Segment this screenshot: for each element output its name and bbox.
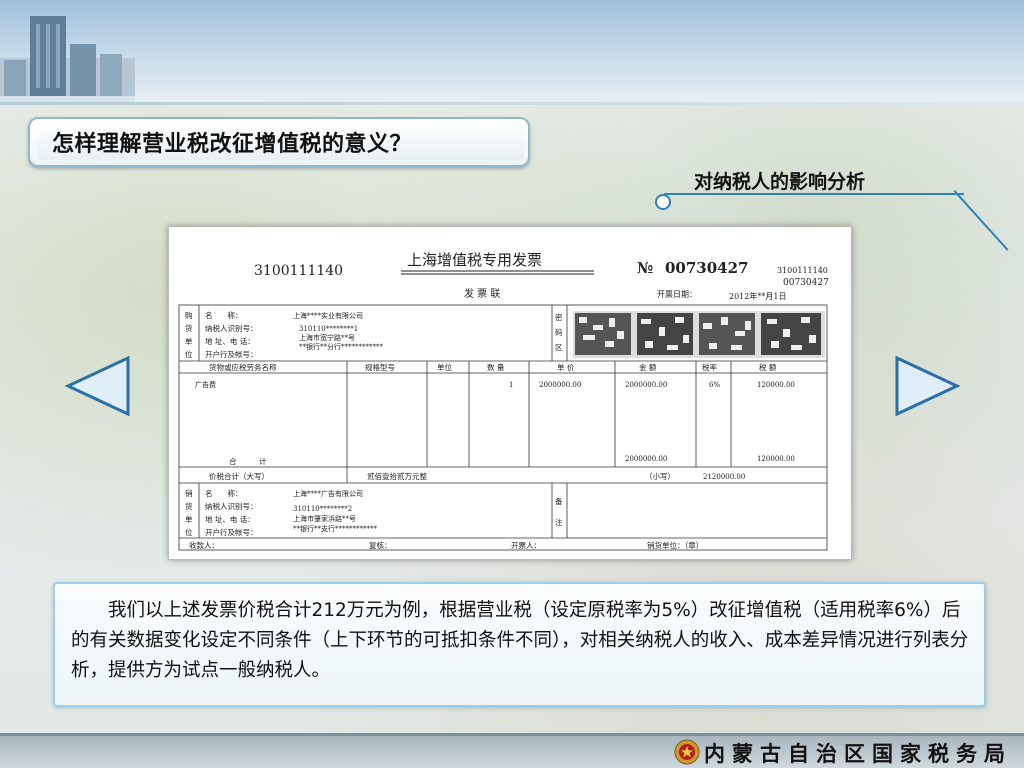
- col-tax: 税 额: [759, 362, 777, 372]
- grand-total-words: 贰佰壹拾贰万元整: [367, 471, 427, 481]
- buyer-label-address: 地 址、电 话：: [205, 336, 255, 346]
- grand-total-small-label: （小写）: [645, 472, 675, 481]
- buyer-value-taxid: 310110********1: [299, 325, 358, 333]
- seller-label-name: 名 称：: [205, 488, 243, 498]
- seller-label-address: 地 址、电 话：: [205, 514, 255, 524]
- total-amount: 2000000.00: [625, 455, 667, 463]
- buyer-label-bank: 开户行及帐号：: [205, 349, 258, 359]
- note-side-1: 备: [555, 496, 563, 506]
- item-rate: 6%: [709, 381, 720, 389]
- seller-side-1: 销: [185, 488, 193, 498]
- sign-seller: 销货单位：（章）: [647, 540, 703, 550]
- col-amount: 金 额: [639, 362, 657, 372]
- prev-slide-button[interactable]: [62, 354, 132, 418]
- grand-total-small: 2120000.00: [703, 473, 745, 481]
- note-side-2: 注: [555, 517, 563, 527]
- buyer-value-address: 上海市宽宁路**号: [299, 333, 355, 342]
- left-triangle-icon: [64, 355, 130, 417]
- cipher-side-1: 密: [555, 312, 563, 322]
- sign-payee: 收款人：: [189, 540, 219, 550]
- slide-subtitle: 对纳税人的影响分析: [694, 171, 866, 193]
- slide-title-box: 怎样理解营业税改征增值税的意义？: [28, 117, 530, 167]
- seller-value-address: 上海市肇家浜路**号: [293, 514, 356, 523]
- invoice-code-right: 3100111140: [777, 266, 828, 275]
- invoice-number-right: 00730427: [783, 278, 829, 288]
- subtitle-underline: [664, 193, 964, 195]
- invoice-heading: 上海增值税专用发票: [407, 251, 542, 269]
- col-quantity: 数 量: [487, 362, 505, 372]
- buyer-side-3: 单: [185, 336, 193, 346]
- col-unit: 单位: [437, 362, 452, 372]
- seller-label-taxid: 纳税人识别号：: [205, 501, 258, 511]
- sign-issuer: 开票人：: [511, 541, 541, 550]
- item-tax: 120000.00: [757, 381, 795, 389]
- total-label: 合 计: [229, 456, 267, 466]
- seller-side-3: 单: [185, 514, 193, 524]
- sign-review: 复核：: [369, 540, 392, 550]
- seller-side-4: 位: [185, 527, 193, 537]
- invoice-no-symbol: №: [637, 259, 653, 277]
- grand-total-label: 价税合计（大写）: [209, 471, 269, 481]
- cipher-area: [573, 311, 825, 358]
- next-slide-button[interactable]: [893, 354, 963, 418]
- seller-value-name: 上海****广告有限公司: [293, 489, 363, 498]
- col-unit-price: 单 价: [557, 362, 575, 372]
- body-paragraph: 我们以上述发票价税合计212万元为例，根据营业税（设定原税率为5%）改征增值税（…: [71, 600, 969, 681]
- item-name: 广告费: [195, 380, 216, 389]
- header-divider: [0, 102, 1024, 105]
- buyer-side-2: 货: [185, 323, 193, 333]
- item-quantity: 1: [509, 381, 513, 389]
- seller-side-2: 货: [185, 501, 193, 511]
- buyer-label-name: 名 称：: [205, 310, 243, 320]
- col-rate: 税率: [702, 362, 717, 372]
- footer-org-name: 内蒙古自治区国家税务局: [704, 741, 1012, 766]
- buyer-value-name: 上海****实业有限公司: [293, 311, 363, 320]
- cipher-side-3: 区: [555, 343, 563, 352]
- item-amount: 2000000.00: [625, 381, 667, 389]
- invoice-date-value: 2012年**月1日: [729, 291, 786, 301]
- buyer-label-taxid: 纳税人识别号：: [205, 323, 258, 333]
- ring-marker-icon: [655, 194, 671, 210]
- seller-value-taxid: 310110********2: [293, 505, 352, 513]
- item-unit-price: 2000000.00: [539, 381, 581, 389]
- right-triangle-icon: [895, 355, 961, 417]
- cipher-side-2: 码: [555, 328, 563, 337]
- slide-title: 怎样理解营业税改征增值税的意义？: [52, 132, 413, 157]
- seller-label-bank: 开户行及帐号：: [205, 527, 258, 537]
- invoice-copy-label: 发 票 联: [464, 287, 500, 300]
- header-banner: [0, 0, 1024, 104]
- invoice-number: 00730427: [665, 259, 749, 277]
- buyer-side-1: 购: [185, 310, 193, 320]
- buyer-side-4: 位: [185, 349, 193, 359]
- vat-invoice: 3100111140 上海增值税专用发票 № 00730427 31001111…: [178, 251, 829, 551]
- invoice-date-label: 开票日期：: [657, 290, 697, 299]
- city-skyline-icon: [0, 16, 135, 104]
- invoice-code-left: 3100111140: [254, 263, 343, 279]
- col-goods-name: 货物或应税劳务名称: [209, 362, 277, 372]
- buyer-value-bank: **银行**分行************: [299, 342, 383, 351]
- seller-value-bank: **银行**支行************: [293, 524, 377, 533]
- body-text-box: 我们以上述发票价税合计212万元为例，根据营业税（设定原税率为5%）改征增值税（…: [53, 582, 986, 707]
- tax-emblem-icon: [674, 739, 700, 765]
- invoice-image: 3100111140 上海增值税专用发票 № 00730427 31001111…: [168, 226, 852, 560]
- col-spec: 规格型号: [365, 362, 395, 372]
- total-tax: 120000.00: [757, 455, 795, 463]
